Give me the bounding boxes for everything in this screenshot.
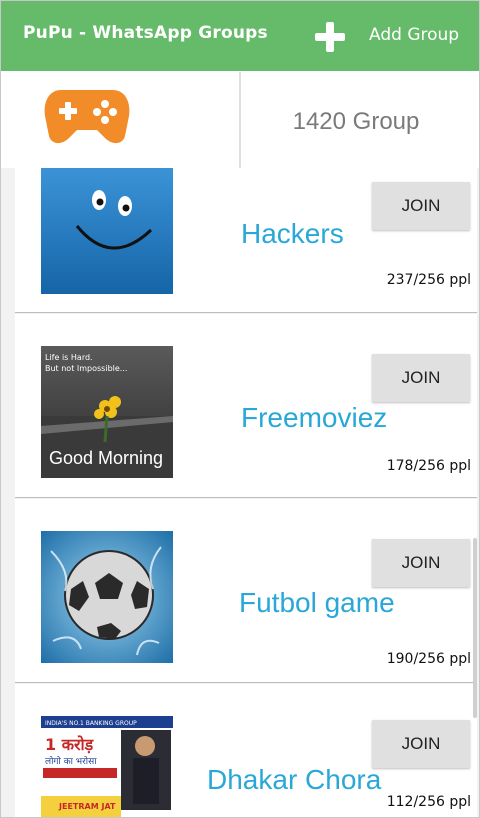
app-window: PuPu - WhatsApp Groups Add Group 1420 Gr… xyxy=(0,0,480,818)
poster-headline: 1 करोड़ xyxy=(45,735,95,754)
crore-poster-image: INDIA'S NO.1 BANKING GROUP 1 करोड़ लोगो … xyxy=(41,716,173,817)
group-card[interactable]: Hackers JOIN 237/256 ppl xyxy=(15,168,477,313)
image-caption-line: But not Impossible... xyxy=(45,364,127,373)
app-bar: PuPu - WhatsApp Groups Add Group xyxy=(1,1,479,71)
member-count: 178/256 ppl xyxy=(386,458,471,474)
add-group-button[interactable]: Add Group xyxy=(309,1,479,71)
member-count: 237/256 ppl xyxy=(386,272,471,288)
group-thumbnail: INDIA'S NO.1 BANKING GROUP 1 करोड़ लोगो … xyxy=(41,716,173,817)
group-card[interactable]: Life is Hard. But not Impossible... Good… xyxy=(15,314,477,498)
soccer-ball-image xyxy=(41,531,173,663)
good-morning-image: Life is Hard. But not Impossible... Good… xyxy=(41,346,173,478)
plus-icon xyxy=(315,22,345,52)
group-count: 1420 Group xyxy=(292,108,420,135)
group-name: Dhakar Chora xyxy=(207,764,382,795)
member-count: 112/256 ppl xyxy=(386,794,471,810)
group-name: Freemoviez xyxy=(241,402,388,433)
group-thumbnail xyxy=(41,168,173,294)
member-count: 190/256 ppl xyxy=(386,651,471,667)
poster-banner-text: INDIA'S NO.1 BANKING GROUP xyxy=(45,720,137,727)
poster-subline: लोगो का भरोसा xyxy=(45,755,97,767)
smiley-face-image xyxy=(41,168,173,294)
group-card[interactable]: INDIA'S NO.1 BANKING GROUP 1 करोड़ लोगो … xyxy=(15,684,477,817)
scrollbar[interactable] xyxy=(473,538,477,718)
group-card[interactable]: Futbol game JOIN 190/256 ppl xyxy=(15,499,477,683)
poster-footer: JEETRAM JAT xyxy=(58,802,116,811)
image-caption-line: Life is Hard. xyxy=(45,353,93,362)
group-list[interactable]: Hackers JOIN 237/256 ppl Life is Hard. B… xyxy=(1,168,479,817)
summary-header: 1420 Group xyxy=(1,72,479,168)
gamepad-icon xyxy=(44,90,130,144)
image-caption-title: Good Morning xyxy=(49,448,163,468)
group-thumbnail: Life is Hard. But not Impossible... Good… xyxy=(41,346,173,478)
app-title: PuPu - WhatsApp Groups xyxy=(23,23,268,43)
group-thumbnail xyxy=(41,531,173,663)
join-button[interactable]: JOIN xyxy=(372,182,470,230)
join-button[interactable]: JOIN xyxy=(372,720,470,768)
join-button[interactable]: JOIN xyxy=(372,539,470,587)
join-button[interactable]: JOIN xyxy=(372,354,470,402)
add-group-label: Add Group xyxy=(369,25,460,45)
group-name: Futbol game xyxy=(239,587,395,618)
group-name: Hackers xyxy=(241,218,344,249)
